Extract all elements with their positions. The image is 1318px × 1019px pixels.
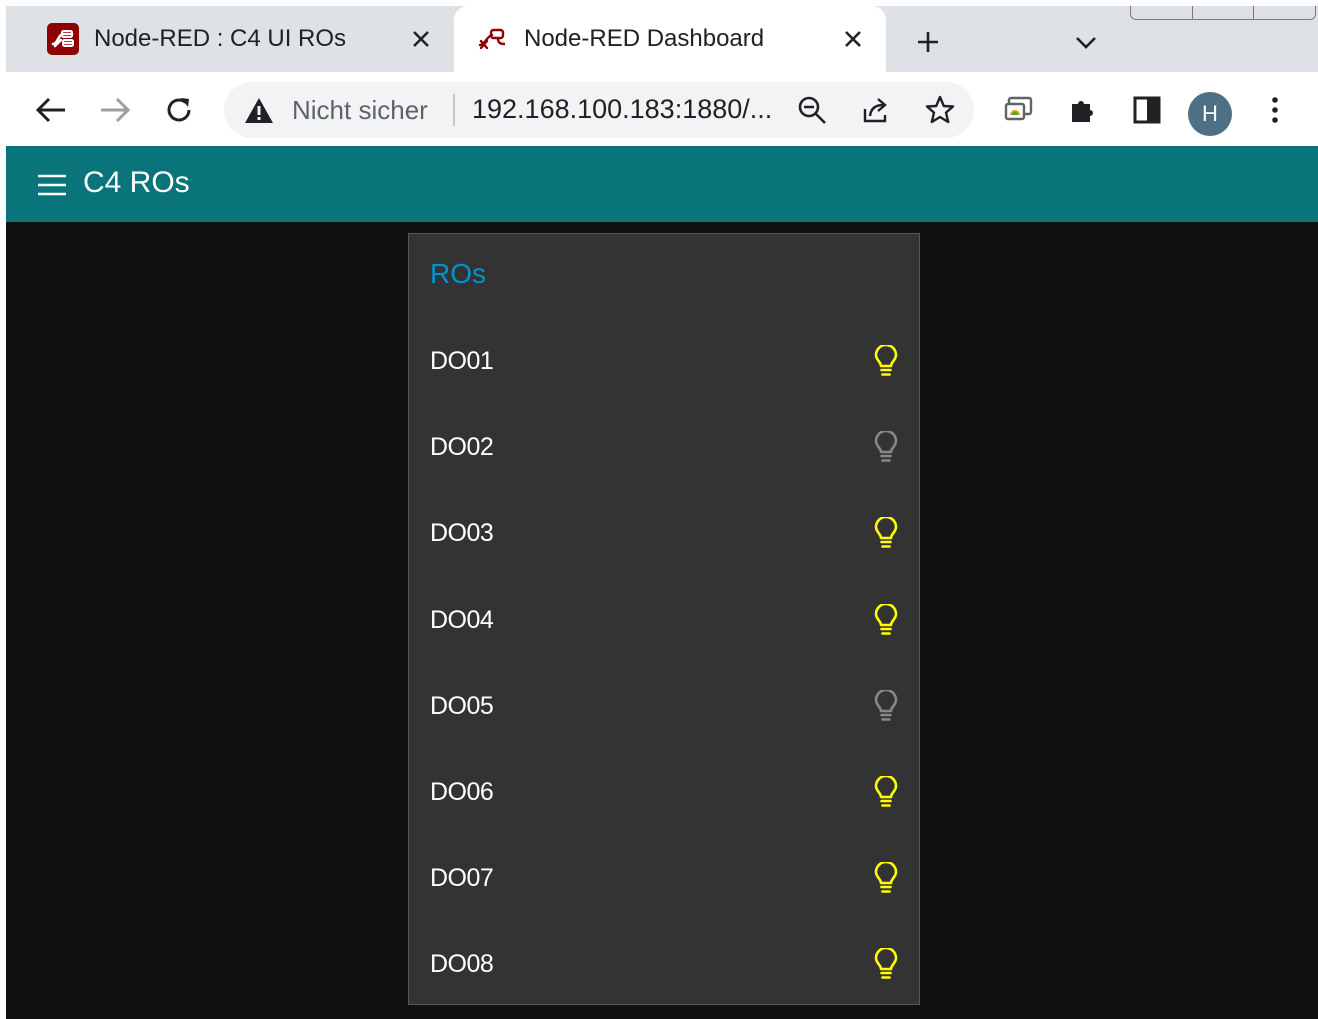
lightbulb-icon bbox=[871, 861, 901, 897]
close-icon[interactable] bbox=[406, 24, 436, 54]
ros-group-card: ROs DO01 DO02 DO03 DO04 DO05 DO06 DO07 DO08 bbox=[408, 233, 920, 1005]
node-red-flow-icon bbox=[476, 22, 510, 56]
led-row: DO02 bbox=[409, 406, 919, 492]
led-label: DO07 bbox=[430, 864, 494, 893]
window-controls bbox=[1130, 6, 1316, 20]
reload-icon[interactable] bbox=[160, 91, 198, 129]
cast-icon[interactable] bbox=[1000, 91, 1038, 129]
side-panel-icon[interactable] bbox=[1128, 91, 1166, 129]
tab-title: Node-RED Dashboard bbox=[524, 25, 765, 52]
close-window-button[interactable] bbox=[1254, 6, 1315, 19]
lightbulb-icon bbox=[871, 430, 901, 466]
new-tab-button[interactable] bbox=[910, 24, 946, 60]
led-label: DO08 bbox=[430, 950, 494, 979]
tab-strip: Node-RED : C4 UI ROs Node-RED Dashboard bbox=[6, 6, 1318, 72]
lightbulb-icon bbox=[871, 344, 901, 380]
lightbulb-icon bbox=[871, 775, 901, 811]
led-row: DO06 bbox=[409, 751, 919, 837]
address-bar[interactable]: Nicht sicher 192.168.100.183:1880/... bbox=[224, 82, 974, 138]
warning-icon[interactable] bbox=[244, 96, 274, 124]
led-row: DO05 bbox=[409, 665, 919, 751]
lightbulb-icon bbox=[871, 603, 901, 639]
security-status[interactable]: Nicht sicher bbox=[292, 95, 428, 126]
tab-node-red-dashboard[interactable]: Node-RED Dashboard bbox=[454, 6, 886, 72]
group-title: ROs bbox=[430, 258, 486, 289]
led-row: DO03 bbox=[409, 492, 919, 578]
led-label: DO03 bbox=[430, 519, 494, 548]
led-row: DO04 bbox=[409, 579, 919, 665]
led-label: DO05 bbox=[430, 691, 494, 720]
forward-arrow-icon[interactable] bbox=[96, 91, 134, 129]
divider bbox=[453, 94, 455, 126]
browser-toolbar: Nicht sicher 192.168.100.183:1880/... H bbox=[6, 72, 1318, 146]
share-icon[interactable] bbox=[858, 92, 894, 128]
browser-window: Node-RED : C4 UI ROs Node-RED Dashboard bbox=[6, 6, 1318, 1019]
lightbulb-icon bbox=[871, 947, 901, 983]
tab-title: Node-RED : C4 UI ROs bbox=[94, 25, 347, 52]
dashboard-content: ROs DO01 DO02 DO03 DO04 DO05 DO06 DO07 DO08 bbox=[6, 222, 1318, 1019]
led-row: DO08 bbox=[409, 923, 919, 1009]
close-icon[interactable] bbox=[838, 24, 868, 54]
tab-node-red-editor[interactable]: Node-RED : C4 UI ROs bbox=[6, 6, 454, 72]
lightbulb-icon bbox=[871, 689, 901, 725]
maximize-button[interactable] bbox=[1193, 6, 1255, 19]
dashboard-toolbar: C4 ROs bbox=[6, 146, 1318, 222]
lightbulb-icon bbox=[871, 516, 901, 552]
chevron-down-icon[interactable] bbox=[1068, 26, 1104, 60]
led-row: DO07 bbox=[409, 837, 919, 923]
led-label: DO04 bbox=[430, 605, 494, 634]
more-menu-icon[interactable] bbox=[1256, 91, 1294, 129]
star-icon[interactable] bbox=[922, 92, 958, 128]
zoom-out-icon[interactable] bbox=[794, 92, 830, 128]
led-label: DO01 bbox=[430, 347, 494, 375]
url-text[interactable]: 192.168.100.183:1880/... bbox=[472, 94, 772, 125]
led-row: DO01 bbox=[409, 320, 919, 406]
hamburger-menu-icon[interactable] bbox=[34, 169, 70, 201]
page-title: C4 ROs bbox=[83, 166, 190, 199]
avatar[interactable]: H bbox=[1188, 92, 1232, 136]
back-arrow-icon[interactable] bbox=[32, 91, 70, 129]
minimize-button[interactable] bbox=[1131, 6, 1193, 19]
node-red-logo-icon bbox=[46, 22, 80, 56]
extensions-icon[interactable] bbox=[1064, 91, 1102, 129]
led-label: DO06 bbox=[430, 778, 494, 806]
led-label: DO02 bbox=[430, 433, 494, 462]
